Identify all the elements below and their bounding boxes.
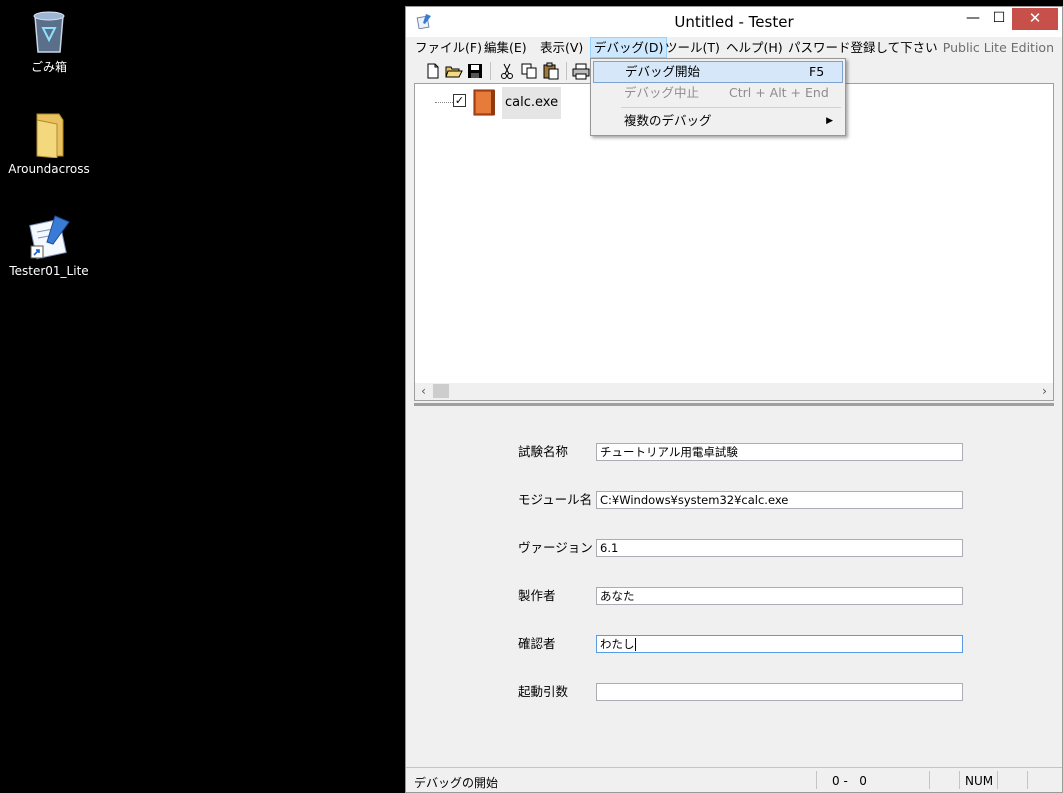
horizontal-scrollbar[interactable]: ‹ › xyxy=(415,383,1053,400)
version-label: ヴァージョン xyxy=(518,540,593,555)
module-name-label: モジュール名 xyxy=(518,492,593,507)
tester-shortcut-icon xyxy=(29,215,70,260)
menu-tools[interactable]: ツール(T) xyxy=(662,38,723,57)
menu-view[interactable]: 表示(V) xyxy=(537,38,586,57)
author-label: 製作者 xyxy=(518,588,556,603)
menu-stop-debug-label: デバッグ中止 xyxy=(624,85,700,100)
status-bar: デバッグの開始 0 - 0 NUM xyxy=(406,767,1062,793)
test-name-label: 試験名称 xyxy=(518,444,569,459)
open-folder-icon[interactable] xyxy=(445,62,463,80)
desktop-icon-label: Tester01_Lite xyxy=(9,264,89,278)
properties-form: 試験名称 チュートリアル用電卓試験 モジュール名 C:¥Windows¥syst… xyxy=(414,407,1054,767)
status-message: デバッグの開始 xyxy=(414,776,499,790)
module-icon xyxy=(473,89,495,116)
menu-bar: ファイル(F) 編集(E) 表示(V) デバッグ(D) ツール(T) ヘルプ(H… xyxy=(412,37,1058,59)
status-num: NUM xyxy=(965,774,994,788)
edition-label: Public Lite Edition xyxy=(942,40,1054,55)
tree-node-label[interactable]: calc.exe xyxy=(502,87,562,119)
reviewer-value: わたし xyxy=(600,637,635,651)
desktop-icon-label: ごみ箱 xyxy=(30,60,67,74)
menu-stop-debug-shortcut: Ctrl + Alt + End xyxy=(729,85,829,100)
desktop-icon-label: Aroundacross xyxy=(8,162,90,176)
menu-start-debug[interactable]: デバッグ開始 F5 xyxy=(593,61,843,83)
desktop-icon-tester01-lite[interactable]: Tester01_Lite xyxy=(4,212,94,278)
menu-stop-debug[interactable]: デバッグ中止 Ctrl + Alt + End xyxy=(593,82,843,104)
close-button[interactable]: ✕ xyxy=(1012,8,1058,30)
scroll-right-icon[interactable]: › xyxy=(1036,383,1053,400)
scroll-left-icon[interactable]: ‹ xyxy=(415,383,432,400)
test-name-input[interactable]: チュートリアル用電卓試験 xyxy=(596,443,963,461)
menu-debug[interactable]: デバッグ(D) xyxy=(590,37,668,58)
maximize-button[interactable]: ☐ xyxy=(984,8,1014,30)
menu-start-debug-label: デバッグ開始 xyxy=(625,64,701,79)
status-position: 0 - 0 xyxy=(832,774,867,788)
launch-args-label: 起動引数 xyxy=(518,684,569,699)
menu-register-password[interactable]: パスワード登録して下さい xyxy=(785,38,941,57)
text-caret xyxy=(634,638,636,651)
recycle-bin-icon xyxy=(33,11,65,53)
desktop-icon-recycle-bin[interactable]: ごみ箱 xyxy=(4,8,94,75)
pane-splitter[interactable] xyxy=(414,403,1054,406)
menu-help[interactable]: ヘルプ(H) xyxy=(723,38,786,57)
print-icon[interactable] xyxy=(572,62,590,80)
tree-node-checkbox[interactable]: ✓ xyxy=(453,94,466,107)
paste-icon[interactable] xyxy=(542,62,560,80)
title-bar[interactable]: Untitled - Tester — ☐ ✕ xyxy=(406,7,1062,37)
menu-multiple-debug-label: 複数のデバッグ xyxy=(624,113,712,128)
new-file-icon[interactable] xyxy=(424,62,442,80)
scroll-thumb[interactable] xyxy=(433,384,449,398)
save-icon[interactable] xyxy=(466,62,484,80)
menu-file[interactable]: ファイル(F) xyxy=(412,38,485,57)
menu-multiple-debug[interactable]: 複数のデバッグ ▶ xyxy=(593,110,843,132)
version-input[interactable]: 6.1 xyxy=(596,539,963,557)
submenu-arrow-icon: ▶ xyxy=(826,116,833,126)
menu-edit[interactable]: 編集(E) xyxy=(481,38,530,57)
reviewer-input[interactable]: わたし xyxy=(596,635,963,653)
module-name-input[interactable]: C:¥Windows¥system32¥calc.exe xyxy=(596,491,963,509)
launch-args-input[interactable] xyxy=(596,683,963,701)
debug-dropdown-menu: デバッグ開始 F5 デバッグ中止 Ctrl + Alt + End 複数のデバッ… xyxy=(590,58,846,136)
menu-start-debug-shortcut: F5 xyxy=(809,64,825,79)
folder-icon xyxy=(36,113,64,158)
author-input[interactable]: あなた xyxy=(596,587,963,605)
menu-separator xyxy=(621,107,841,108)
cut-icon[interactable] xyxy=(498,62,516,80)
reviewer-label: 確認者 xyxy=(518,636,556,651)
desktop-icon-aroundacross[interactable]: Aroundacross xyxy=(4,110,94,176)
copy-icon[interactable] xyxy=(520,62,538,80)
